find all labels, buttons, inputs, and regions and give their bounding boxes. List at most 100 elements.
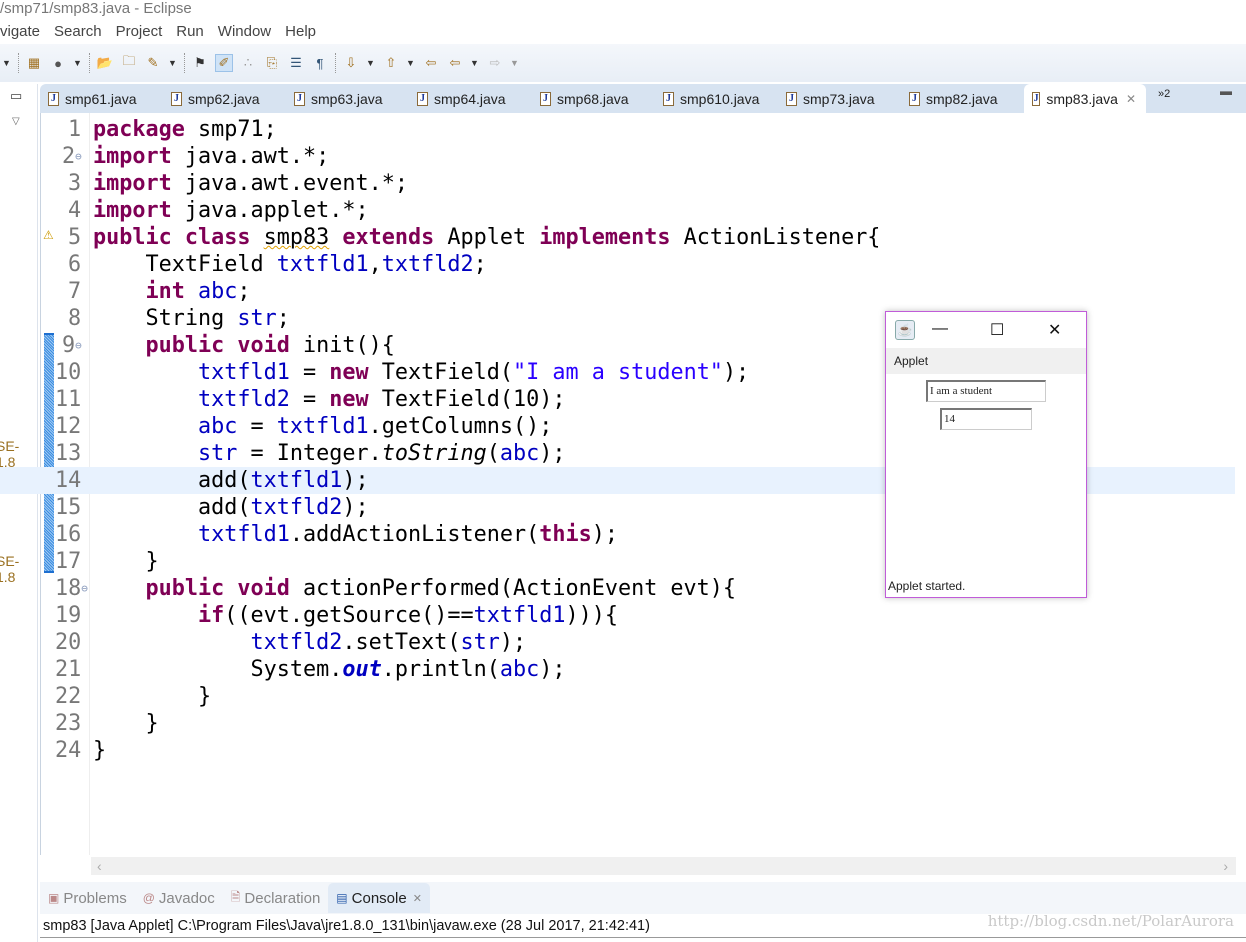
- tab-javadoc[interactable]: @ Javadoc: [135, 883, 223, 913]
- tab-console[interactable]: ▤ Console ✕: [328, 883, 430, 913]
- tab-label: smp61.java: [65, 90, 137, 107]
- code-line[interactable]: 3 import java.awt.event.*;: [0, 170, 1235, 197]
- restore-icon[interactable]: ▭: [10, 88, 22, 104]
- code-token: public: [145, 333, 225, 358]
- code-line[interactable]: 5 public class smp83 extends Applet imple…: [0, 224, 1235, 251]
- tab-smp83-java[interactable]: Jsmp83.java ✕: [1024, 84, 1146, 113]
- code-token: }: [93, 738, 107, 763]
- menu-navigate[interactable]: vigate: [0, 20, 40, 44]
- code-token: smp71;: [184, 117, 277, 142]
- code-token: );: [539, 657, 566, 682]
- minimize-button[interactable]: —: [932, 320, 948, 338]
- tab-smp64-java[interactable]: Jsmp64.java: [409, 84, 532, 113]
- dropdown-icon[interactable]: ▼: [470, 58, 480, 68]
- text-field-2[interactable]: 14: [940, 408, 1032, 430]
- code-line[interactable]: 19 if((evt.getSource()==txtfld1))){: [0, 602, 1235, 629]
- code-line[interactable]: 23 }: [0, 710, 1235, 737]
- maximize-button[interactable]: ☐: [990, 320, 1004, 340]
- text-field-1[interactable]: I am a student: [926, 380, 1046, 402]
- new-package-icon[interactable]: ▦: [25, 54, 43, 72]
- code-source: add(txtfld2);: [93, 494, 369, 521]
- code-source: txtfld2.setText(str);: [93, 629, 526, 656]
- applet-menu[interactable]: Applet: [886, 348, 1086, 374]
- code-token: import: [93, 198, 172, 223]
- search-icon[interactable]: ✎: [144, 54, 162, 72]
- dropdown-icon[interactable]: ▼: [73, 58, 83, 68]
- tab-problems[interactable]: ▣ Problems: [40, 883, 135, 913]
- dropdown-icon[interactable]: ▼: [510, 58, 520, 68]
- open-type-icon[interactable]: 📂: [96, 54, 114, 72]
- tab-smp68-java[interactable]: Jsmp68.java: [532, 84, 655, 113]
- menu-help[interactable]: Help: [285, 20, 316, 44]
- tabs-overflow-button[interactable]: »2: [1158, 84, 1170, 113]
- code-line[interactable]: 4 import java.applet.*;: [0, 197, 1235, 224]
- tab-declaration[interactable]: 🗎 Declaration: [223, 883, 329, 913]
- block-selection-icon[interactable]: ∴: [239, 54, 257, 72]
- code-token: .setText(: [342, 630, 461, 655]
- dropdown-icon[interactable]: ▼: [366, 58, 376, 68]
- declaration-icon: 🗎: [230, 889, 241, 904]
- code-source: import java.awt.*;: [93, 143, 329, 170]
- code-token: ;: [237, 279, 251, 304]
- java-icon: ☕: [895, 320, 915, 340]
- code-line[interactable]: 2⊖ import java.awt.*;: [0, 143, 1235, 170]
- editor-tabs: Jsmp61.java Jsmp62.java Jsmp63.java Jsmp64.…: [40, 84, 1246, 113]
- warning-icon: ⚠: [43, 228, 54, 242]
- code-source: public void init(){: [93, 332, 395, 359]
- code-token: import: [93, 144, 172, 169]
- next-annotation-icon[interactable]: ⇩: [342, 54, 360, 72]
- show-whitespace-icon[interactable]: ☰: [287, 54, 305, 72]
- code-line[interactable]: 1 package smp71;: [0, 116, 1235, 143]
- code-source: txtfld1.addActionListener(this);: [93, 521, 618, 548]
- code-source: txtfld2 = new TextField(10);: [93, 386, 565, 413]
- menu-window[interactable]: Window: [218, 20, 271, 44]
- scroll-left-icon[interactable]: ‹: [97, 858, 102, 874]
- tab-smp63-java[interactable]: Jsmp63.java: [286, 84, 409, 113]
- tab-smp62-java[interactable]: Jsmp62.java: [163, 84, 286, 113]
- mark-occurrences-icon[interactable]: ✐: [215, 54, 233, 72]
- menu-project[interactable]: Project: [116, 20, 163, 44]
- open-folder-icon[interactable]: 🗀: [120, 53, 138, 72]
- code-token: =: [289, 387, 330, 412]
- code-line[interactable]: 21 System.out.println(abc);: [0, 656, 1235, 683]
- minimize-icon[interactable]: ▬: [1220, 84, 1232, 113]
- tab-label: smp62.java: [188, 90, 260, 107]
- close-button[interactable]: ✕: [1048, 320, 1061, 340]
- code-line[interactable]: 6 TextField txtfld1,txtfld2;: [0, 251, 1235, 278]
- code-token: new: [329, 360, 369, 385]
- word-wrap-icon[interactable]: ⎘: [263, 54, 281, 72]
- tab-smp73-java[interactable]: Jsmp73.java: [778, 84, 901, 113]
- horizontal-scrollbar[interactable]: ‹ ›: [91, 857, 1236, 875]
- dropdown-icon[interactable]: ▼: [168, 58, 178, 68]
- code-line[interactable]: 7 int abc;: [0, 278, 1235, 305]
- new-class-icon[interactable]: ●: [49, 54, 67, 72]
- menu-run[interactable]: Run: [176, 20, 204, 44]
- code-line[interactable]: 20 txtfld2.setText(str);: [0, 629, 1235, 656]
- dropdown-icon[interactable]: ▼: [2, 58, 12, 68]
- code-token: .getColumns();: [368, 414, 553, 439]
- pilcrow-icon[interactable]: ¶: [311, 54, 329, 72]
- close-tab-icon[interactable]: ✕: [413, 892, 422, 905]
- code-token: }: [93, 684, 212, 709]
- dropdown-icon[interactable]: ▼: [406, 58, 416, 68]
- previous-annotation-icon[interactable]: ⇧: [382, 54, 400, 72]
- tab-smp610-java[interactable]: Jsmp610.java: [655, 84, 778, 113]
- forward-icon[interactable]: ⇨: [486, 54, 504, 72]
- code-line[interactable]: 22 }: [0, 683, 1235, 710]
- tab-smp61-java[interactable]: Jsmp61.java: [40, 84, 163, 113]
- last-edit-icon[interactable]: ⇦: [422, 54, 440, 72]
- tab-smp82-java[interactable]: Jsmp82.java: [901, 84, 1024, 113]
- scroll-right-icon[interactable]: ›: [1223, 857, 1228, 875]
- code-token: java.awt.event.*;: [171, 171, 408, 196]
- code-token: actionPerformed(ActionEvent evt){: [289, 576, 737, 601]
- code-line[interactable]: 24}: [0, 737, 1235, 764]
- close-tab-icon[interactable]: ✕: [1126, 92, 1136, 106]
- toggle-breadcrumb-icon[interactable]: ⚑: [191, 54, 209, 72]
- applet-status: Applet started.: [888, 579, 966, 593]
- code-source: import java.applet.*;: [93, 197, 369, 224]
- menu-search[interactable]: Search: [54, 20, 102, 44]
- back-icon[interactable]: ⇦: [446, 54, 464, 72]
- java-file-icon: J: [48, 91, 59, 106]
